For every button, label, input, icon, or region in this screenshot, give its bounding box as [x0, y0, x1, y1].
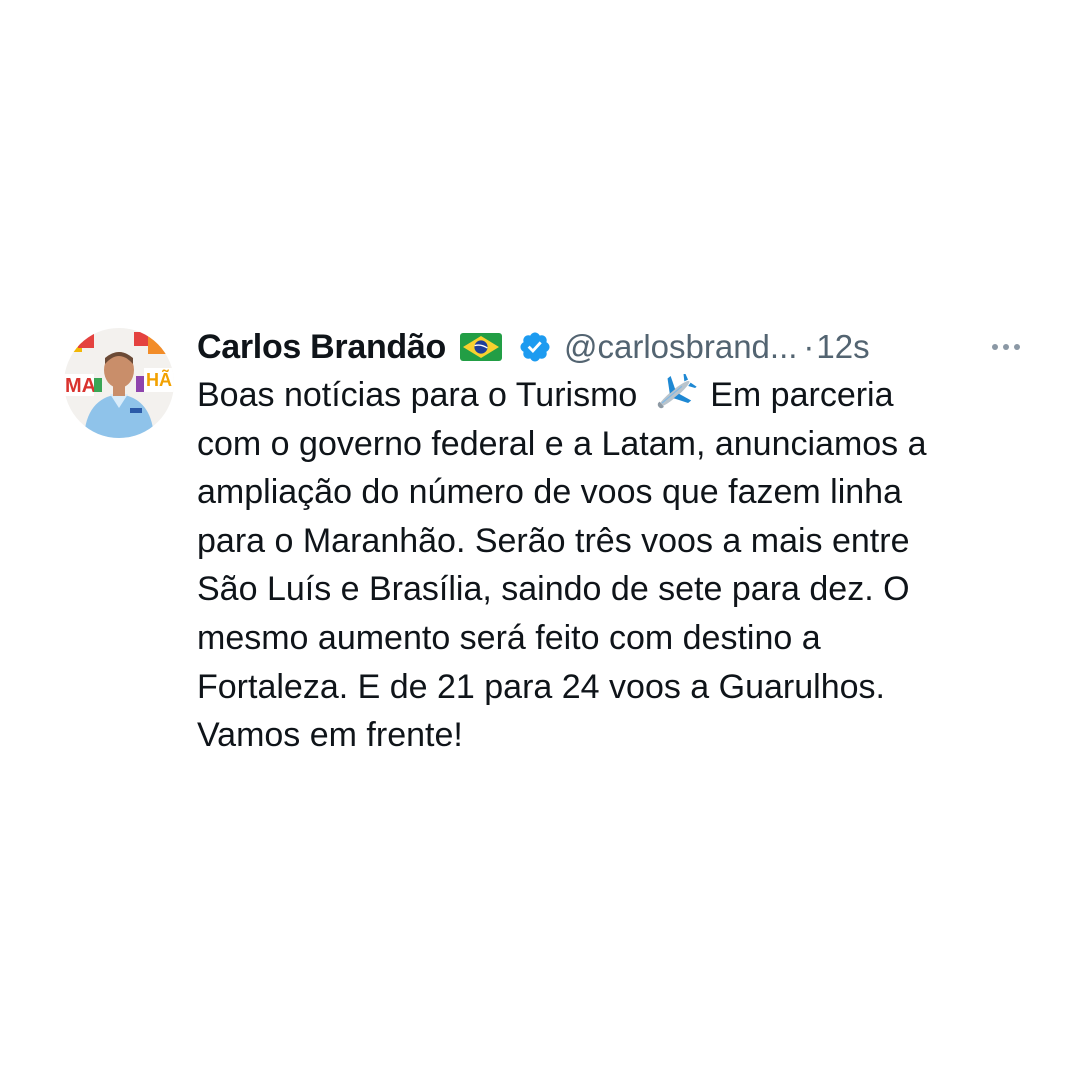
avatar[interactable]: MA HÃ	[64, 328, 174, 438]
more-dot	[1003, 344, 1009, 350]
author-name[interactable]: Carlos Brandão	[197, 328, 446, 367]
tweet-text-segment: Em parceria	[700, 376, 894, 414]
airplane-icon	[651, 374, 697, 414]
separator-dot: ·	[803, 328, 815, 365]
tweet-text-segment: Boas notícias para o Turismo	[197, 376, 647, 414]
author-handle[interactable]: @carlosbrand...	[564, 328, 797, 366]
tweet-text-line: ampliação do número de voos que fazem li…	[197, 473, 902, 512]
tweet-text-line: Fortaleza. E de 21 para 24 voos a Guarul…	[197, 667, 885, 706]
tweet-text-line: São Luís e Brasília, saindo de sete para…	[197, 570, 910, 609]
svg-text:MA: MA	[65, 375, 96, 397]
tweet-header: Carlos Brandão @carlosbrand... · 12s	[197, 324, 1024, 370]
page: MA HÃ Carlos Brandão @carlosbrand... · 1…	[0, 0, 1080, 1080]
tweet-text-line: Vamos em frente!	[197, 716, 463, 755]
tweet-text-line: com o governo federal e a Latam, anuncia…	[197, 424, 927, 463]
svg-text:HÃ: HÃ	[146, 369, 172, 390]
verified-badge-icon[interactable]	[518, 330, 552, 364]
tweet-text-line: mesmo aumento será feito com destino a	[197, 618, 821, 657]
more-options-icon[interactable]	[992, 337, 1020, 357]
more-dot	[1014, 344, 1020, 350]
tweet-content: Carlos Brandão @carlosbrand... · 12s Boa…	[197, 324, 1024, 760]
timestamp[interactable]: 12s	[816, 328, 869, 366]
tweet-text-line: para o Maranhão. Serão três voos a mais …	[197, 521, 910, 560]
more-dot	[992, 344, 998, 350]
brazil-flag-icon	[459, 333, 502, 361]
tweet-text-line: Boas notícias para o Turismo Em parceria	[197, 371, 1024, 420]
tweet-text: Boas notícias para o Turismo Em parceria…	[197, 371, 1024, 760]
